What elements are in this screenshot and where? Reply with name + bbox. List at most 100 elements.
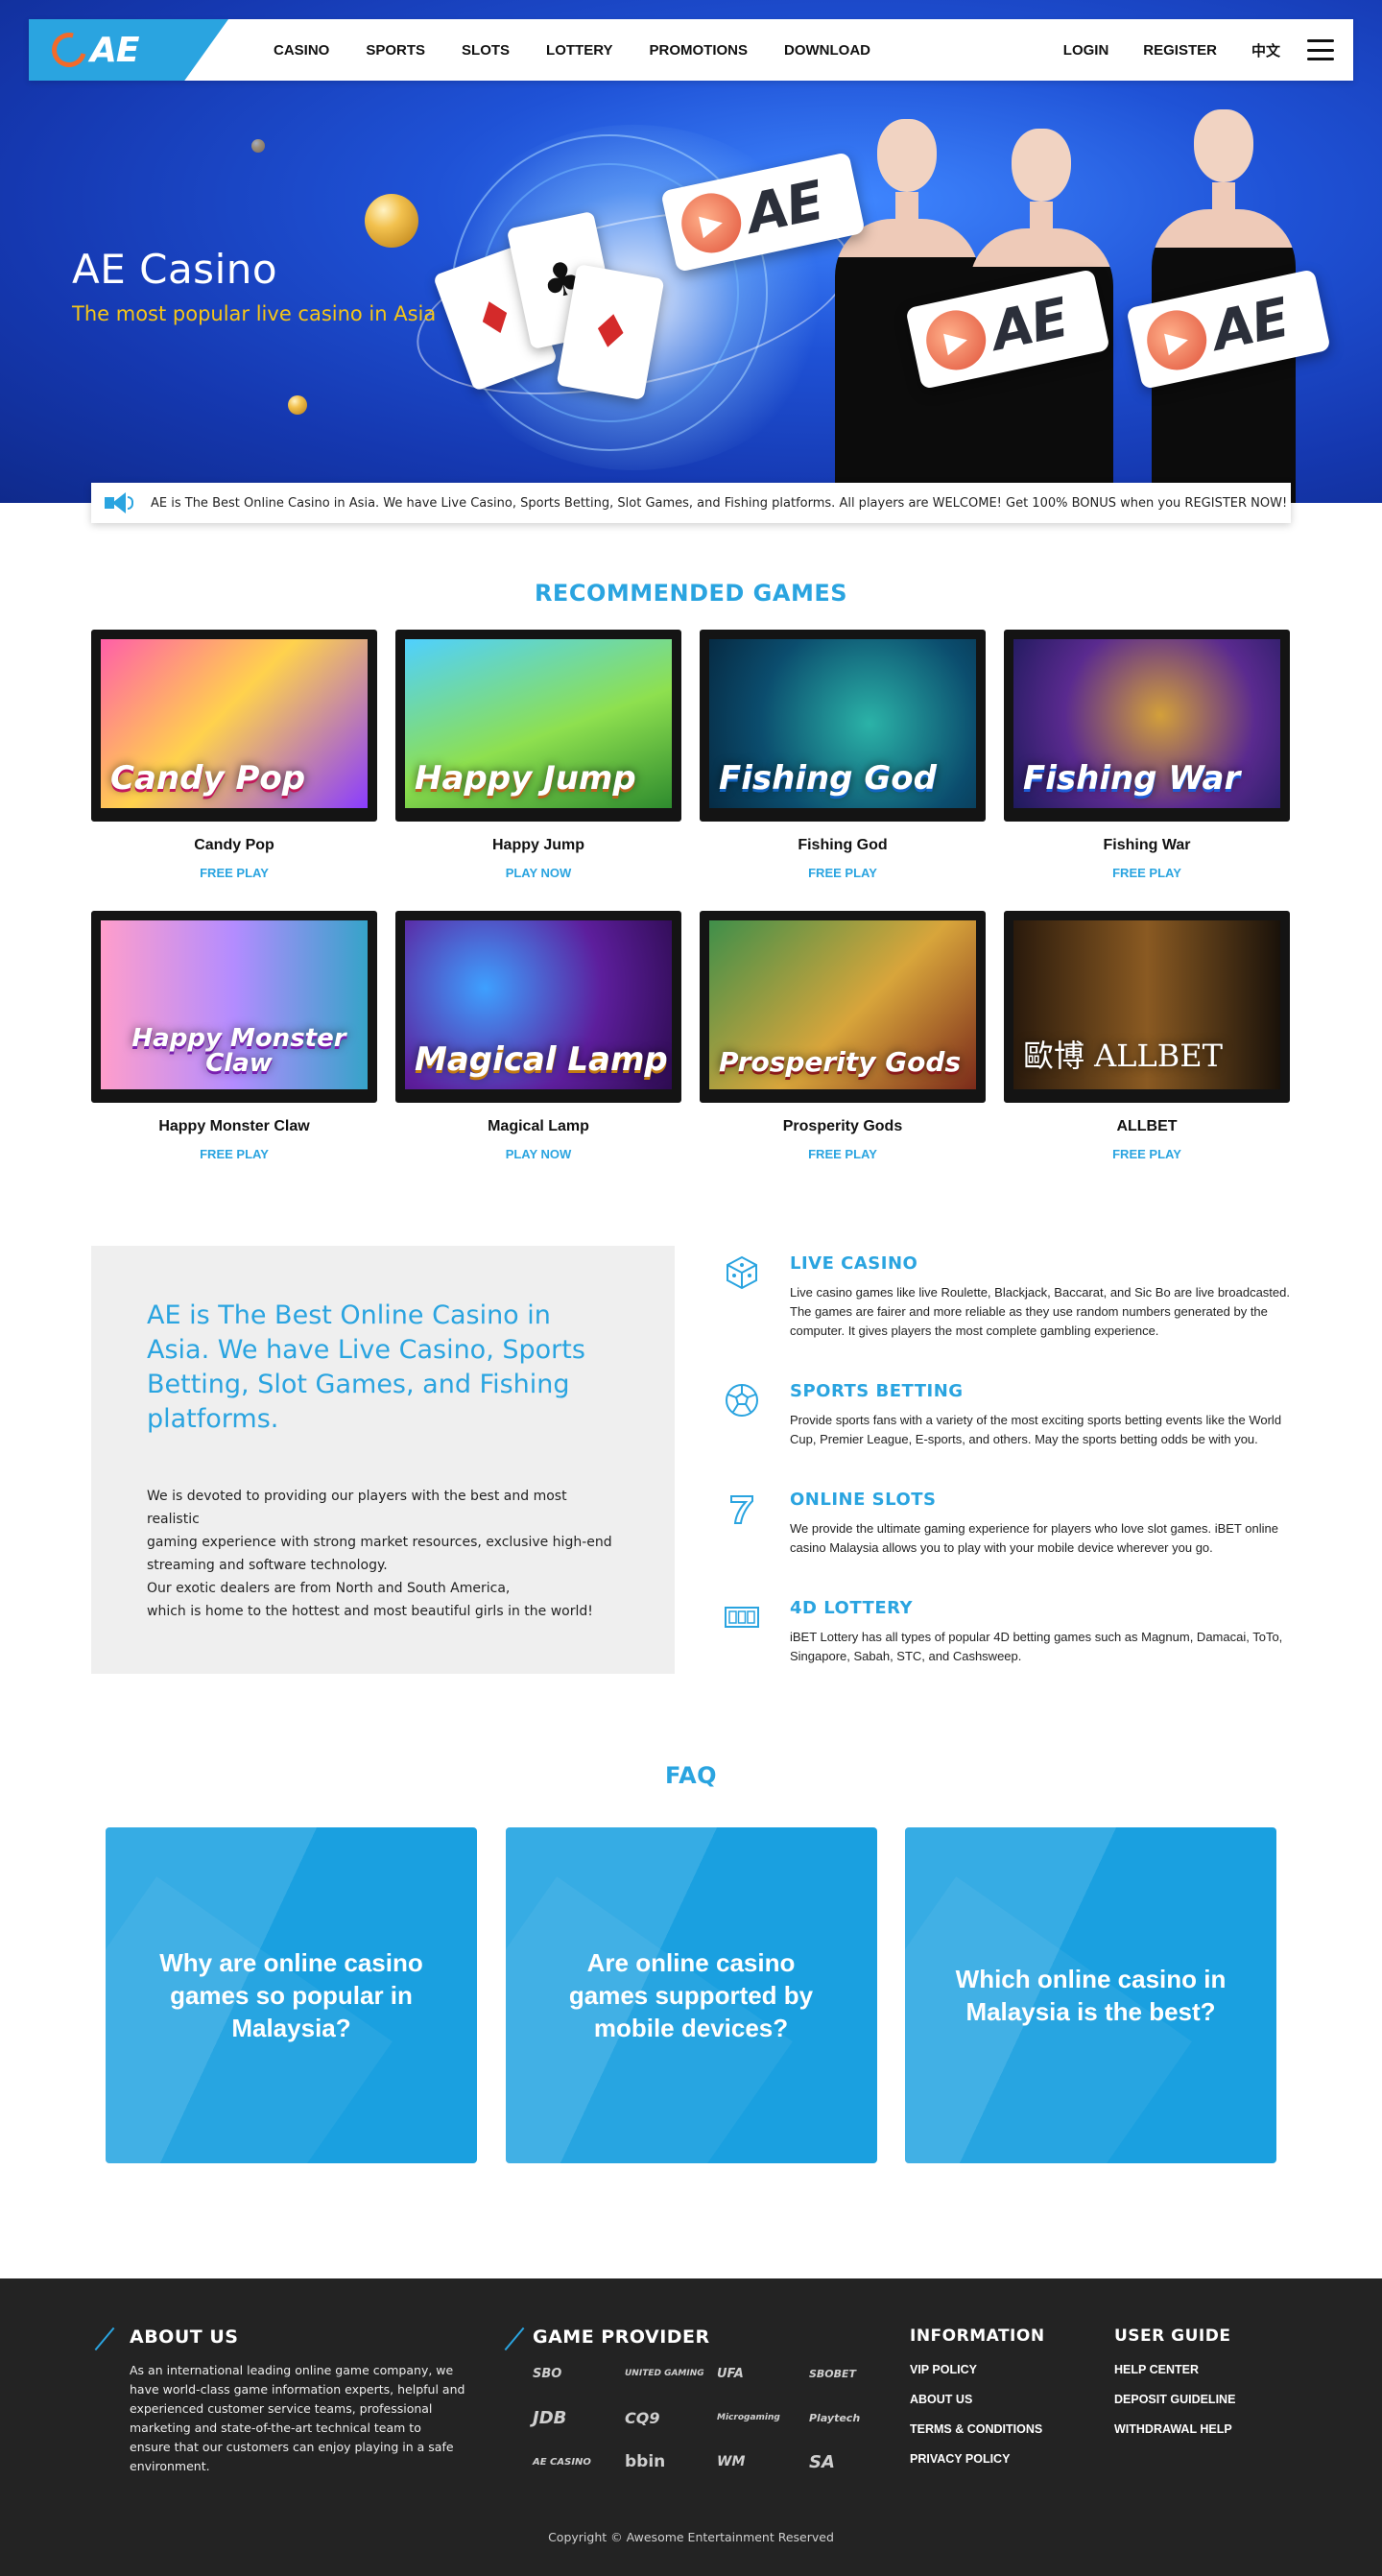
withdrawal-help-link[interactable]: WITHDRAWAL HELP bbox=[1114, 2422, 1235, 2436]
feature-text: Live casino games like live Roulette, Bl… bbox=[790, 1285, 1290, 1338]
games-grid: Candy Pop Candy Pop FREE PLAY Happy Jump… bbox=[91, 630, 1291, 1163]
gold-ball-icon bbox=[365, 194, 418, 248]
provider-logos: SBO UNITED GAMING UFA SBOBET JDB CQ9 Mic… bbox=[533, 2361, 895, 2474]
free-play-link[interactable]: FREE PLAY bbox=[1112, 866, 1181, 880]
game-thumbnail[interactable]: 歐博 ALLBET bbox=[1004, 911, 1290, 1103]
play-now-link[interactable]: PLAY NOW bbox=[506, 866, 572, 880]
feature-text: We provide the ultimate gaming experienc… bbox=[790, 1521, 1278, 1555]
faq-section: FAQ Why are online casino games so popul… bbox=[0, 1762, 1382, 2163]
provider-logo[interactable]: JDB bbox=[533, 2405, 619, 2430]
game-card[interactable]: Fishing God Fishing God FREE PLAY bbox=[700, 630, 986, 882]
play-now-link[interactable]: PLAY NOW bbox=[506, 1147, 572, 1161]
game-card[interactable]: Candy Pop Candy Pop FREE PLAY bbox=[91, 630, 377, 882]
about-us-link[interactable]: ABOUT US bbox=[910, 2393, 1045, 2406]
recommended-games-title: RECOMMENDED GAMES bbox=[534, 580, 848, 607]
nav-slots[interactable]: SLOTS bbox=[443, 42, 528, 59]
game-name: Magical Lamp bbox=[488, 1118, 589, 1134]
game-card[interactable]: Magical Lamp Magical Lamp PLAY NOW bbox=[395, 911, 681, 1163]
deposit-guideline-link[interactable]: DEPOSIT GUIDELINE bbox=[1114, 2393, 1235, 2406]
game-name: Fishing God bbox=[798, 837, 888, 853]
nav-promotions[interactable]: PROMOTIONS bbox=[631, 42, 767, 59]
free-play-link[interactable]: FREE PLAY bbox=[808, 1147, 877, 1161]
free-play-link[interactable]: FREE PLAY bbox=[200, 1147, 269, 1161]
game-card[interactable]: Fishing War Fishing War FREE PLAY bbox=[1004, 630, 1290, 882]
game-thumbnail[interactable]: Candy Pop bbox=[91, 630, 377, 822]
hamburger-menu-icon[interactable] bbox=[1307, 39, 1334, 60]
game-thumbnail[interactable]: Fishing War bbox=[1004, 630, 1290, 822]
nav-casino[interactable]: CASINO bbox=[255, 42, 347, 59]
login-link[interactable]: LOGIN bbox=[1046, 42, 1127, 59]
vip-policy-link[interactable]: VIP POLICY bbox=[910, 2363, 1045, 2376]
site-footer: ABOUT US As an international leading onl… bbox=[0, 2278, 1382, 2576]
provider-logo[interactable]: UNITED GAMING bbox=[625, 2361, 711, 2386]
provider-logo[interactable]: AE CASINO bbox=[533, 2449, 619, 2474]
game-name: Candy Pop bbox=[194, 837, 274, 853]
slash-accent-icon bbox=[94, 2326, 115, 2351]
faq-title: FAQ bbox=[664, 1762, 718, 1789]
provider-logo[interactable]: Microgaming bbox=[717, 2405, 803, 2430]
provider-logo[interactable]: bbin bbox=[625, 2449, 711, 2474]
announcement-bar: AE is The Best Online Casino in Asia. We… bbox=[91, 483, 1291, 523]
slash-accent-icon bbox=[504, 2326, 525, 2351]
site-logo[interactable]: AE bbox=[29, 19, 228, 81]
ae-play-icon: ▶ bbox=[676, 187, 747, 259]
feature-title: SPORTS BETTING bbox=[790, 1381, 964, 1401]
feature-live-casino: LIVE CASINO Live casino games like live … bbox=[723, 1253, 1291, 1341]
about-box: AE is The Best Online Casino in Asia. We… bbox=[91, 1246, 675, 1674]
provider-logo[interactable]: Playtech bbox=[809, 2405, 895, 2430]
recommended-games-section: RECOMMENDED GAMES Candy Pop Candy Pop FR… bbox=[0, 580, 1382, 1163]
nav-lottery[interactable]: LOTTERY bbox=[528, 42, 631, 59]
help-center-link[interactable]: HELP CENTER bbox=[1114, 2363, 1235, 2376]
game-thumbnail[interactable]: Fishing God bbox=[700, 630, 986, 822]
provider-logo[interactable]: UFA bbox=[717, 2361, 803, 2386]
feature-text: iBET Lottery has all types of popular 4D… bbox=[790, 1630, 1283, 1663]
game-card[interactable]: Happy Monster Claw Happy Monster Claw FR… bbox=[91, 911, 377, 1163]
faq-card[interactable]: Why are online casino games so popular i… bbox=[106, 1827, 477, 2163]
copyright: Copyright © Awesome Entertainment Reserv… bbox=[548, 2530, 834, 2544]
game-name: ALLBET bbox=[1116, 1118, 1178, 1134]
provider-logo[interactable]: SBO bbox=[533, 2361, 619, 2386]
free-play-link[interactable]: FREE PLAY bbox=[200, 866, 269, 880]
provider-logo[interactable]: WM bbox=[717, 2449, 803, 2474]
game-thumbnail[interactable]: Happy Jump bbox=[395, 630, 681, 822]
register-link[interactable]: REGISTER bbox=[1126, 42, 1234, 59]
ae-logo-icon bbox=[45, 26, 93, 74]
free-play-link[interactable]: FREE PLAY bbox=[808, 866, 877, 880]
game-card[interactable]: 歐博 ALLBET ALLBET FREE PLAY bbox=[1004, 911, 1290, 1163]
about-section: AE is The Best Online Casino in Asia. We… bbox=[91, 1246, 1291, 1706]
footer-about: ABOUT US As an international leading onl… bbox=[130, 2326, 465, 2476]
footer-info-title: INFORMATION bbox=[910, 2326, 1045, 2346]
feature-title: ONLINE SLOTS bbox=[790, 1490, 937, 1510]
provider-logo[interactable]: SBOBET bbox=[809, 2361, 895, 2386]
nav-download[interactable]: DOWNLOAD bbox=[766, 42, 889, 59]
game-thumbnail[interactable]: Prosperity Gods bbox=[700, 911, 986, 1103]
privacy-policy-link[interactable]: PRIVACY POLICY bbox=[910, 2452, 1045, 2466]
provider-logo[interactable]: SA bbox=[809, 2449, 895, 2474]
feature-4d-lottery: 4D LOTTERY iBET Lottery has all types of… bbox=[723, 1598, 1291, 1666]
feature-list: LIVE CASINO Live casino games like live … bbox=[723, 1246, 1291, 1706]
feature-title: LIVE CASINO bbox=[790, 1253, 918, 1274]
game-card[interactable]: Happy Jump Happy Jump PLAY NOW bbox=[395, 630, 681, 882]
free-play-link[interactable]: FREE PLAY bbox=[1112, 1147, 1181, 1161]
faq-cards: Why are online casino games so popular i… bbox=[106, 1827, 1276, 2163]
hero-subtitle: The most popular live casino in Asia bbox=[72, 302, 437, 325]
ae-play-icon: ▶ bbox=[920, 304, 991, 376]
provider-logo[interactable]: CQ9 bbox=[625, 2405, 711, 2430]
faq-card[interactable]: Are online casino games supported by mob… bbox=[505, 1827, 877, 2163]
game-card[interactable]: Prosperity Gods Prosperity Gods FREE PLA… bbox=[700, 911, 986, 1163]
faq-card[interactable]: Which online casino in Malaysia is the b… bbox=[905, 1827, 1276, 2163]
footer-providers: GAME PROVIDER SBO UNITED GAMING UFA SBOB… bbox=[533, 2326, 895, 2474]
nav-sports[interactable]: SPORTS bbox=[347, 42, 443, 59]
footer-provider-title: GAME PROVIDER bbox=[533, 2326, 710, 2348]
game-name: Happy Monster Claw bbox=[158, 1118, 310, 1134]
main-menu: CASINO SPORTS SLOTS LOTTERY PROMOTIONS D… bbox=[255, 42, 889, 59]
language-switch[interactable]: 中文 bbox=[1234, 40, 1298, 60]
terms-link[interactable]: TERMS & CONDITIONS bbox=[910, 2422, 1045, 2436]
footer-information: INFORMATION VIP POLICY ABOUT US TERMS & … bbox=[910, 2326, 1045, 2466]
game-name: Happy Jump bbox=[491, 837, 584, 853]
gold-ball-small-icon bbox=[288, 395, 307, 415]
game-thumbnail[interactable]: Magical Lamp bbox=[395, 911, 681, 1103]
game-thumbnail[interactable]: Happy Monster Claw bbox=[91, 911, 377, 1103]
game-name: Fishing War bbox=[1103, 837, 1191, 853]
ae-play-icon: ▶ bbox=[1141, 304, 1212, 376]
